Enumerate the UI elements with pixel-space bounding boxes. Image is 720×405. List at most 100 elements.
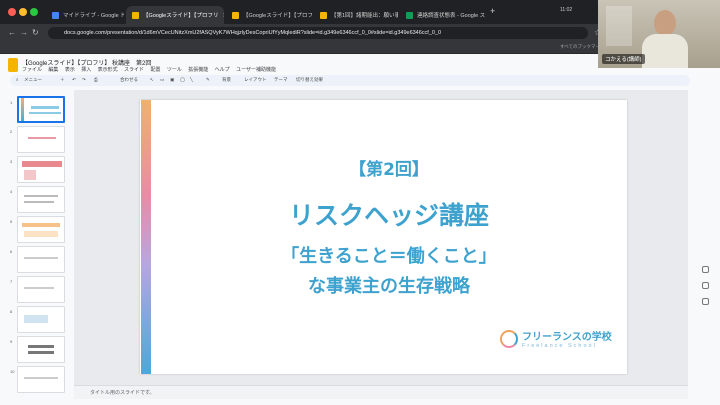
slide-gradient-bar [141, 100, 151, 374]
slide-thumbnail-2[interactable] [17, 126, 65, 153]
thumb-title-bar [31, 106, 59, 109]
slide-number: 7 [10, 279, 13, 284]
add-slide-icon[interactable]: ＋ [60, 77, 65, 83]
shape-icon[interactable]: ◯ [180, 77, 185, 83]
webcam-overlay: コかえる(講師) [598, 0, 720, 68]
transition-button[interactable]: 切り替え効果 [296, 77, 323, 83]
slides-app: 【Googleスライド】【プロフリ】 秋講座 第2回 ファイル 編集 表示 挿入… [0, 54, 720, 405]
tab-label: マイドライブ - Google ドライブ [63, 13, 124, 19]
url-text: docs.google.com/presentation/d/1d6mVCecU… [64, 30, 442, 36]
redo-icon[interactable]: ↷ [82, 77, 86, 83]
filmstrip: 1 2 3 4 5 6 7 8 9 10 [0, 90, 72, 405]
reload-icon[interactable]: ↻ [32, 28, 39, 38]
tab-slides-3[interactable]: 【第1回】諸期能出：願い事業主 ✕ [314, 6, 398, 24]
print-icon[interactable]: ⎙ [94, 77, 98, 82]
slide-number: 10 [10, 369, 15, 374]
presenter-body [642, 34, 688, 68]
tab-label: 【Googleスライド】【プロフ [243, 13, 312, 19]
school-logo-text: フリーランスの学校 [522, 332, 612, 343]
drive-icon [52, 11, 59, 19]
slide-number: 6 [10, 249, 13, 254]
tab-slides-2[interactable]: 【Googleスライド】【プロフ ✕ [226, 6, 312, 24]
slide-thumbnail-10[interactable] [17, 366, 65, 393]
menu-slide[interactable]: スライド [124, 67, 144, 73]
search-icon[interactable]: ⌕ [16, 77, 19, 82]
tab-label: 【第1回】諸期能出：願い事業主 [331, 13, 398, 19]
tab-drive[interactable]: マイドライブ - Google ドライブ ✕ [46, 6, 124, 24]
minimize-window-dot[interactable] [19, 8, 27, 16]
toolbar: ⌕ メニュー ＋ ↶ ↷ ⎙ 合わせる ↖ ▭ ▣ ◯ ╲ ✎ 背景 レイアウト… [10, 75, 690, 86]
slides-icon [232, 11, 239, 19]
window-background [606, 6, 632, 46]
slide-session-label[interactable]: 【第2回】 [151, 155, 627, 180]
slide-number: 3 [10, 159, 13, 164]
side-panel [694, 90, 720, 405]
slide-thumbnail-8[interactable] [17, 306, 65, 333]
slide-thumbnail-5[interactable] [17, 216, 65, 243]
keep-icon[interactable] [702, 282, 709, 289]
sheets-icon [406, 11, 413, 19]
close-window-dot[interactable] [8, 8, 16, 16]
slides-icon [132, 11, 139, 19]
slide-number: 4 [10, 189, 13, 194]
menu-arrange[interactable]: 配置 [150, 67, 160, 73]
tab-label: 【Googleスライド】【プロフリ [143, 13, 219, 19]
speaker-notes[interactable]: タイトル用のスライドです。 [74, 385, 688, 399]
slide-title[interactable]: リスクヘッジ講座 [151, 196, 627, 232]
slide-canvas[interactable]: 【第2回】 リスクヘッジ講座 「生きること＝働くこと」 な事業主の生存戦略 フリ… [74, 90, 688, 390]
presenter-head [654, 10, 676, 36]
thumb-text-bar [29, 112, 61, 114]
menu-search-button[interactable]: メニュー [24, 77, 42, 83]
image-icon[interactable]: ▣ [170, 77, 174, 83]
screen: マイドライブ - Google ドライブ ✕ 【Googleスライド】【プロフリ… [0, 0, 720, 405]
text-box-icon[interactable]: ▭ [160, 77, 164, 83]
menu-insert[interactable]: 挿入 [81, 67, 91, 73]
menu-edit[interactable]: 編集 [48, 67, 58, 73]
slide-thumbnail-4[interactable] [17, 186, 65, 213]
slide-thumbnail-6[interactable] [17, 246, 65, 273]
tab-slides-active[interactable]: 【Googleスライド】【プロフリ ✕ [126, 6, 224, 24]
menu-accessibility[interactable]: ユーザー補助機能 [236, 67, 276, 73]
zoom-select[interactable]: 合わせる [120, 77, 138, 83]
slide-thumbnail-3[interactable] [17, 156, 65, 183]
menu-format[interactable]: 表示形式 [98, 67, 118, 73]
slide-number: 1 [10, 100, 13, 105]
slide-thumbnail-1[interactable] [17, 96, 65, 123]
menu-view[interactable]: 表示 [65, 67, 75, 73]
thumb-gradient [21, 98, 24, 121]
current-slide[interactable]: 【第2回】 リスクヘッジ講座 「生きること＝働くこと」 な事業主の生存戦略 フリ… [140, 100, 627, 374]
menu-file[interactable]: ファイル [22, 67, 42, 73]
forward-icon[interactable]: → [20, 28, 28, 38]
slides-logo-icon[interactable] [8, 58, 18, 72]
school-logo-subtext: Freelance School [522, 343, 597, 349]
new-tab-button[interactable]: + [490, 6, 495, 16]
menu-extensions[interactable]: 拡張機能 [188, 67, 208, 73]
slide-thumbnail-9[interactable] [17, 336, 65, 363]
slide-thumbnail-7[interactable] [17, 276, 65, 303]
tasks-icon[interactable] [702, 298, 709, 305]
comment-icon[interactable]: ✎ [206, 77, 210, 83]
slide-number: 8 [10, 309, 13, 314]
address-bar[interactable]: docs.google.com/presentation/d/1d6mVCecU… [48, 27, 588, 39]
menu-help[interactable]: ヘルプ [215, 67, 230, 73]
school-logo-icon [500, 330, 518, 348]
back-icon[interactable]: ← [8, 28, 16, 38]
slide-number: 5 [10, 219, 13, 224]
background-button[interactable]: 背景 [222, 77, 231, 83]
slides-icon [320, 11, 327, 19]
slide-subtitle-1[interactable]: 「生きること＝働くこと」 [151, 242, 627, 268]
slide-subtitle-2[interactable]: な事業主の生存戦略 [151, 272, 627, 298]
line-icon[interactable]: ╲ [190, 77, 193, 83]
tab-sheets[interactable]: 連絡調査状態表 - Google スプ ✕ [400, 6, 486, 24]
theme-button[interactable]: テーマ [274, 77, 288, 83]
tab-label: 連絡調査状態表 - Google スプ [417, 13, 486, 19]
calendar-icon[interactable] [702, 266, 709, 273]
layout-button[interactable]: レイアウト [244, 77, 267, 83]
menu-tools[interactable]: ツール [167, 67, 182, 73]
maximize-window-dot[interactable] [30, 8, 38, 16]
select-cursor-icon[interactable]: ↖ [150, 77, 154, 83]
undo-icon[interactable]: ↶ [72, 77, 76, 83]
menu-bar: ファイル 編集 表示 挿入 表示形式 スライド 配置 ツール 拡張機能 ヘルプ … [22, 66, 281, 73]
tab-close-icon[interactable]: ✕ [219, 12, 225, 19]
slide-number: 9 [10, 339, 13, 344]
